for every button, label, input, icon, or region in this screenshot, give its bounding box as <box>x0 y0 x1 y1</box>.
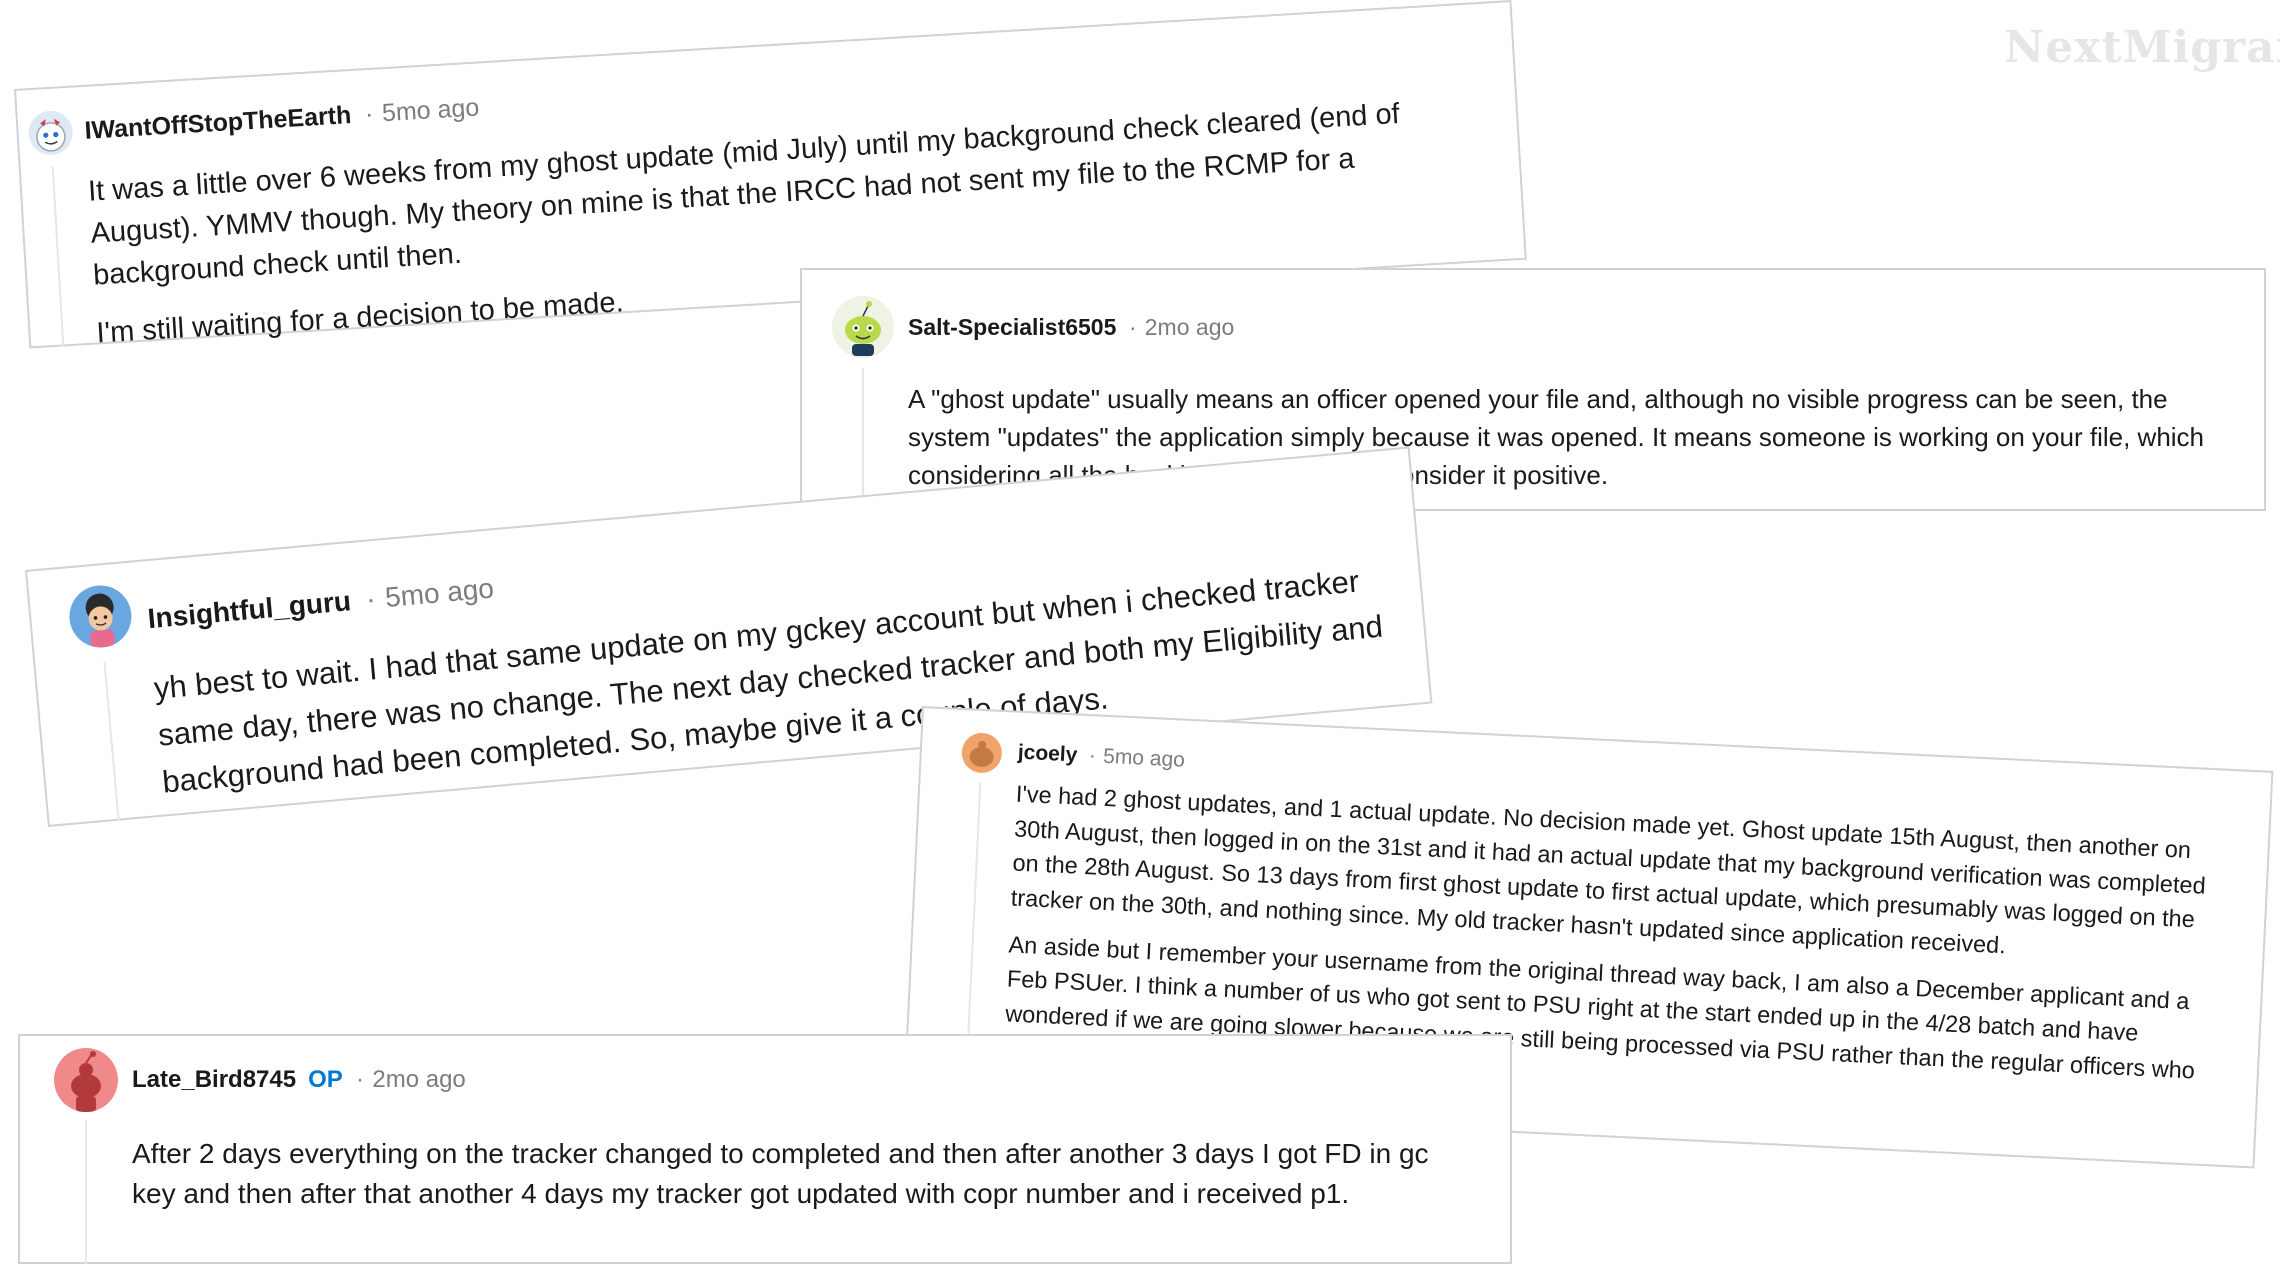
snoo-avatar-icon <box>36 118 66 152</box>
snoo-avatar-icon <box>85 593 115 648</box>
comment-timestamp[interactable]: 2mo ago <box>1145 314 1235 341</box>
username[interactable]: jcoely <box>1017 741 1078 768</box>
username[interactable]: IWantOffStopTheEarth <box>84 101 352 146</box>
meta-separator: · <box>355 1066 364 1093</box>
meta-separator: · <box>1129 314 1137 340</box>
user-avatar[interactable] <box>54 1048 118 1112</box>
user-avatar[interactable] <box>960 731 1003 774</box>
snoo-avatar-icon <box>969 740 994 767</box>
comment-timestamp[interactable]: 5mo ago <box>381 93 480 128</box>
comment-card-salt-specialist6505: Salt-Specialist6505 · 2mo ago A "ghost u… <box>800 268 2266 511</box>
user-avatar[interactable] <box>832 296 894 358</box>
meta-separator: · <box>364 583 377 615</box>
comment-timestamp[interactable]: 2mo ago <box>372 1066 465 1094</box>
username[interactable]: Salt-Specialist6505 <box>908 314 1116 341</box>
meta-separator: · <box>364 99 375 129</box>
thread-line[interactable] <box>862 368 864 511</box>
user-avatar[interactable] <box>27 109 74 157</box>
snoo-avatar-icon <box>845 301 881 356</box>
thread-line[interactable] <box>51 166 65 347</box>
comment-timestamp[interactable]: 5mo ago <box>384 572 495 614</box>
comment-card-late-bird8745: Late_Bird8745 OP · 2mo ago After 2 days … <box>18 1034 1512 1264</box>
meta-separator: · <box>1088 744 1097 768</box>
username[interactable]: Late_Bird8745 <box>132 1066 296 1094</box>
comment-paragraph: After 2 days everything on the tracker c… <box>132 1138 1429 1209</box>
comment-body: After 2 days everything on the tracker c… <box>132 1134 1472 1214</box>
snoo-avatar-icon <box>71 1051 101 1112</box>
comment-timestamp[interactable]: 5mo ago <box>1103 745 1186 773</box>
op-badge: OP <box>308 1066 343 1093</box>
thread-line[interactable] <box>103 661 120 821</box>
user-avatar[interactable] <box>66 582 135 651</box>
username[interactable]: Insightful_guru <box>146 585 352 635</box>
thread-line[interactable] <box>85 1120 87 1264</box>
nextmigrant-watermark: NextMigrant <box>2004 22 2280 73</box>
